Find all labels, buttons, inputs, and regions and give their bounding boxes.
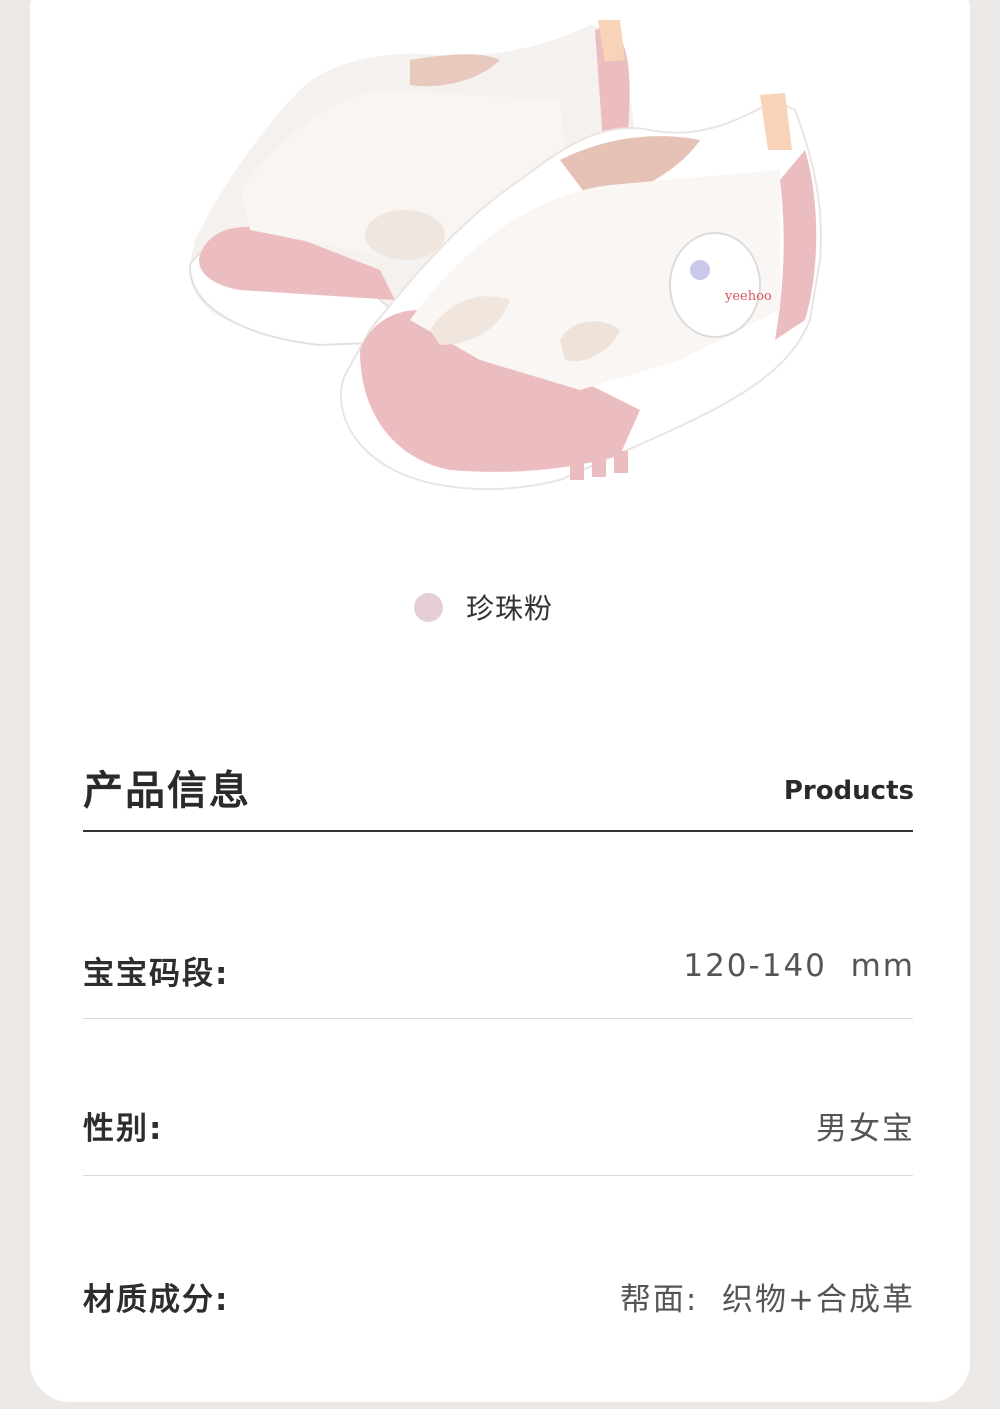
info-label: 性别: <box>83 1111 164 1147</box>
color-swatch[interactable] <box>414 593 443 622</box>
brand-badge-text: yeehoo <box>724 289 772 304</box>
section-title: 产品信息 <box>83 768 251 814</box>
section-divider <box>83 830 913 832</box>
section-subtitle: Products <box>783 776 914 806</box>
color-label: 珍珠粉 <box>466 592 554 625</box>
info-value: 120-140 mm <box>683 948 915 984</box>
info-value: 帮面: 织物+合成革 <box>619 1282 915 1318</box>
info-row-gender: 性别: 男女宝 <box>83 1103 915 1163</box>
info-row-material: 材质成分: 帮面: 织物+合成革 <box>83 1274 915 1334</box>
info-row-size: 宝宝码段: 120-140 mm <box>83 948 915 1008</box>
row-divider <box>83 1018 913 1019</box>
info-label: 材质成分: <box>83 1282 230 1318</box>
product-image: yeehoo <box>188 20 822 491</box>
color-option[interactable]: 珍珠粉 <box>0 585 1000 629</box>
info-label: 宝宝码段: <box>83 956 230 992</box>
row-divider <box>83 1175 913 1176</box>
info-value: 男女宝 <box>816 1111 915 1147</box>
